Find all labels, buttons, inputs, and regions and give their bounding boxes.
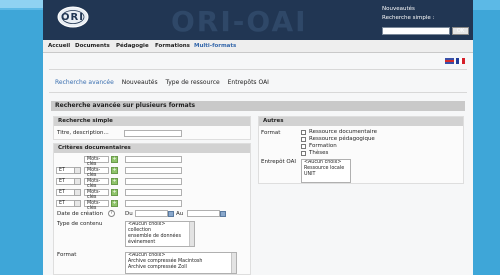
criteria-value-input[interactable]: [125, 167, 182, 174]
nav-pedagogie[interactable]: Pédagogie: [116, 43, 149, 49]
other-title: Autres: [259, 117, 463, 126]
other-panel: Autres Format Ressource documentaire Res…: [258, 116, 464, 184]
op-dropdown-icon[interactable]: [74, 200, 81, 207]
add-criterion-button[interactable]: +: [111, 200, 118, 207]
date-to-label: Au: [176, 211, 184, 217]
criteria-value-input[interactable]: [125, 200, 182, 207]
scrollbar[interactable]: [189, 222, 194, 246]
sub-nav: Recherche avancée Nouveautés Type de res…: [55, 79, 275, 86]
ok-button[interactable]: OK: [452, 27, 469, 35]
criteria-op-select[interactable]: ET: [56, 167, 76, 174]
op-dropdown-icon[interactable]: [74, 178, 81, 185]
criteria-op-select[interactable]: ET: [56, 189, 76, 196]
format-option: Thèses: [309, 150, 329, 156]
main-title: Recherche avancée sur plusieurs formats: [51, 101, 465, 111]
criteria-field-select[interactable]: Mots-clés: [84, 200, 109, 211]
criteria-field-select[interactable]: Mots-clés: [84, 156, 109, 167]
date-from-label: Du: [125, 211, 133, 217]
criteria-value-input[interactable]: [125, 189, 182, 196]
content-type-label: Type de contenu: [57, 221, 103, 227]
subnav-recherche-avancee[interactable]: Recherche avancée: [55, 79, 114, 86]
format-option: Ressource documentaire: [309, 129, 378, 135]
entrepot-label: Entrepôt OAI: [261, 159, 297, 165]
content-type-listbox[interactable]: <Aucun choix> collection ensemble de don…: [125, 221, 195, 247]
entrepot-listbox[interactable]: <Aucun choix> Ressource locale UNIT: [301, 159, 351, 183]
list-item[interactable]: UNIT: [304, 172, 350, 178]
subnav-nouveautes[interactable]: Nouveautés: [122, 79, 158, 86]
news-link[interactable]: Nouveautés: [382, 6, 415, 12]
flag-uk-icon[interactable]: [445, 58, 454, 64]
format-checkbox[interactable]: [301, 137, 306, 142]
criteria-value-input[interactable]: [125, 156, 182, 163]
help-icon[interactable]: ?: [108, 210, 115, 217]
format-option: Ressource pédagogique: [309, 136, 375, 142]
nav-multi-formats[interactable]: Multi-formats: [194, 43, 236, 49]
header-watermark: ORI-OAI: [171, 5, 308, 38]
criteria-value-input[interactable]: [125, 178, 182, 185]
scrollbar[interactable]: [231, 253, 236, 273]
criteria-field-select[interactable]: Mots-clés: [84, 178, 109, 189]
date-from-input[interactable]: [135, 210, 168, 217]
format-label: Format: [57, 252, 77, 258]
add-criterion-button[interactable]: +: [111, 167, 118, 174]
subnav-type-ressource[interactable]: Type de ressource: [166, 79, 220, 86]
format-checkbox[interactable]: [301, 130, 306, 135]
format-checkbox[interactable]: [301, 144, 306, 149]
date-to-input[interactable]: [187, 210, 220, 217]
nav-accueil[interactable]: Accueil: [48, 43, 70, 49]
criteria-panel: Critères documentaires Mots-clés + ET Mo…: [53, 143, 251, 275]
language-flags: [445, 58, 467, 65]
simple-search-panel: Recherche simple Titre, description...: [53, 116, 251, 140]
criteria-op-select[interactable]: ET: [56, 200, 76, 207]
calendar-icon[interactable]: [220, 211, 226, 217]
add-criterion-button[interactable]: +: [111, 156, 118, 163]
logo-text: ORI: [61, 12, 84, 23]
divider: [49, 92, 467, 93]
simple-search-input[interactable]: [124, 130, 182, 137]
header-search-input[interactable]: [382, 27, 450, 35]
news-search-box: Nouveautés Recherche simple : OK: [379, 1, 472, 37]
date-label: Date de création: [57, 211, 103, 217]
nav-formations[interactable]: Formations: [155, 43, 190, 49]
criteria-field-select[interactable]: Mots-clés: [84, 167, 109, 178]
main-nav: Accueil Documents Pédagogie Formations M…: [43, 40, 473, 53]
nav-documents[interactable]: Documents: [75, 43, 110, 49]
op-dropdown-icon[interactable]: [74, 189, 81, 196]
simple-search-title: Recherche simple: [54, 117, 250, 126]
format-listbox[interactable]: <Aucun choix> Archive compressée Macinto…: [125, 252, 237, 274]
op-dropdown-icon[interactable]: [74, 167, 81, 174]
format-option: Formation: [309, 143, 337, 149]
add-criterion-button[interactable]: +: [111, 189, 118, 196]
flag-fr-icon[interactable]: [456, 58, 465, 64]
other-format-label: Format: [261, 130, 281, 136]
header: ORI ORI-OAI Nouveautés Recherche simple …: [43, 0, 473, 40]
criteria-op-select[interactable]: ET: [56, 178, 76, 185]
simple-search-label: Titre, description...: [57, 130, 109, 136]
criteria-field-select[interactable]: Mots-clés: [84, 189, 109, 200]
divider: [49, 69, 467, 70]
page: ORI ORI-OAI Nouveautés Recherche simple …: [43, 0, 473, 275]
simple-search-label: Recherche simple :: [382, 15, 435, 21]
criteria-title: Critères documentaires: [54, 144, 250, 153]
list-item[interactable]: événement: [128, 240, 194, 246]
list-item[interactable]: Archive compressée Zoll: [128, 265, 236, 271]
format-checkbox[interactable]: [301, 151, 306, 156]
calendar-icon[interactable]: [168, 211, 174, 217]
subnav-entrepots-oai[interactable]: Entrepôts OAI: [228, 79, 269, 86]
add-criterion-button[interactable]: +: [111, 178, 118, 185]
